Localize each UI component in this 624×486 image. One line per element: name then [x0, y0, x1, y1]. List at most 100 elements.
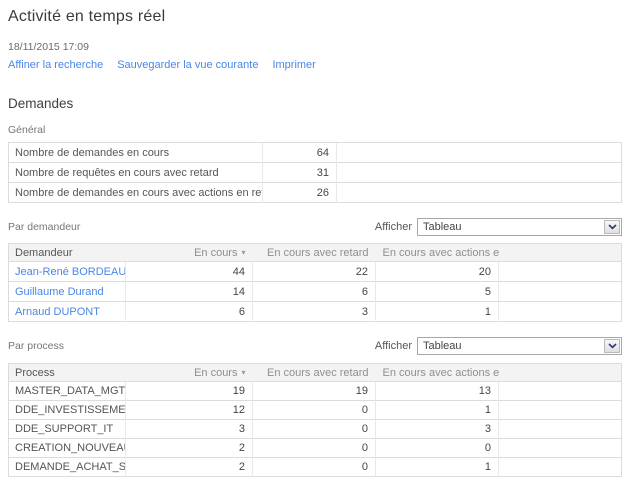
refine-search-link[interactable]: Affiner la recherche: [8, 59, 103, 71]
metric-value: 26: [263, 183, 337, 203]
print-link[interactable]: Imprimer: [272, 59, 315, 71]
process-display-select[interactable]: Tableau: [417, 337, 622, 355]
table-row: DDE_INVESTISSEMENT 12 0 1: [9, 401, 622, 420]
requester-link[interactable]: Guillaume Durand: [15, 286, 104, 298]
requester-link[interactable]: Arnaud DUPONT: [15, 306, 100, 318]
actions-retard-cell: 0: [376, 439, 499, 458]
select-value: Tableau: [418, 219, 604, 235]
process-cell: CREATION_NOUVEAU_PRODUIT: [9, 439, 126, 458]
en-cours-cell: 2: [126, 439, 253, 458]
page: Activité en temps réel 18/11/2015 17:09 …: [0, 8, 624, 486]
actions-retard-cell: 1: [376, 458, 499, 477]
actions-retard-cell: 3: [376, 420, 499, 439]
table-row: MASTER_DATA_MGT 19 19 13: [9, 382, 622, 401]
report-timestamp: 18/11/2015 17:09: [8, 41, 624, 53]
en-cours-cell: 19: [126, 382, 253, 401]
actions-retard-cell: 13: [376, 382, 499, 401]
table-row: DDE_SUPPORT_IT 3 0 3: [9, 420, 622, 439]
general-table: Nombre de demandes en cours 64 Nombre de…: [8, 142, 622, 203]
save-view-link[interactable]: Sauvegarder la vue courante: [117, 59, 258, 71]
process-cell: DEMANDE_ACHAT_SIMPLE: [9, 458, 126, 477]
by-process-label: Par process: [8, 340, 64, 352]
actions-retard-cell: 1: [376, 401, 499, 420]
display-label: Afficher: [375, 221, 412, 233]
empty-header: [499, 244, 622, 262]
table-row: Guillaume Durand 14 6 5: [9, 282, 622, 302]
by-process-table: Process En cours▾ En cours avec retard E…: [8, 363, 622, 477]
avec-retard-cell: 0: [253, 420, 376, 439]
requester-display-select[interactable]: Tableau: [417, 218, 622, 236]
empty-cell: [499, 420, 622, 439]
metric-label: Nombre de demandes en cours: [9, 143, 263, 163]
actions-retard-cell: 20: [376, 262, 499, 282]
avec-retard-cell: 22: [253, 262, 376, 282]
column-header-process[interactable]: Process: [9, 364, 126, 382]
section-title-demandes: Demandes: [8, 96, 624, 111]
by-process-toolbar: Par process Afficher Tableau: [8, 337, 622, 355]
requester-cell: Guillaume Durand: [9, 282, 126, 302]
en-cours-cell: 44: [126, 262, 253, 282]
header-row: Demandeur En cours▾ En cours avec retard…: [9, 244, 622, 262]
column-header-avec-retard[interactable]: En cours avec retard: [253, 244, 376, 262]
chevron-down-icon: [604, 339, 620, 353]
column-header-actions-retard[interactable]: En cours avec actions en retard: [376, 364, 499, 382]
select-value: Tableau: [418, 338, 604, 354]
process-cell: DDE_SUPPORT_IT: [9, 420, 126, 439]
empty-cell: [499, 439, 622, 458]
avec-retard-cell: 3: [253, 302, 376, 322]
en-cours-cell: 2: [126, 458, 253, 477]
action-links: Affiner la recherche Sauvegarder la vue …: [8, 59, 624, 71]
empty-cell: [499, 458, 622, 477]
page-title: Activité en temps réel: [8, 8, 624, 26]
avec-retard-cell: 19: [253, 382, 376, 401]
table-row: Nombre de demandes en cours 64: [9, 143, 622, 163]
by-requester-toolbar: Par demandeur Afficher Tableau: [8, 218, 622, 236]
table-row: Nombre de demandes en cours avec actions…: [9, 183, 622, 203]
metric-label: Nombre de demandes en cours avec actions…: [9, 183, 263, 203]
general-label: Général: [8, 124, 624, 136]
requester-link[interactable]: Jean-René BORDEAUX: [15, 266, 126, 278]
actions-retard-cell: 1: [376, 302, 499, 322]
by-requester-table: Demandeur En cours▾ En cours avec retard…: [8, 243, 622, 322]
table-row: Arnaud DUPONT 6 3 1: [9, 302, 622, 322]
requester-cell: Arnaud DUPONT: [9, 302, 126, 322]
en-cours-cell: 14: [126, 282, 253, 302]
en-cours-cell: 12: [126, 401, 253, 420]
chevron-down-icon: [604, 220, 620, 234]
display-label: Afficher: [375, 340, 412, 352]
column-header-en-cours[interactable]: En cours▾: [126, 244, 253, 262]
column-header-actions-retard[interactable]: En cours avec actions en retard: [376, 244, 499, 262]
process-cell: DDE_INVESTISSEMENT: [9, 401, 126, 420]
requester-cell: Jean-René BORDEAUX: [9, 262, 126, 282]
table-row: Jean-René BORDEAUX 44 22 20: [9, 262, 622, 282]
empty-cell: [499, 401, 622, 420]
empty-cell: [499, 382, 622, 401]
column-header-demandeur[interactable]: Demandeur: [9, 244, 126, 262]
en-cours-cell: 6: [126, 302, 253, 322]
column-header-avec-retard[interactable]: En cours avec retard: [253, 364, 376, 382]
table-row: Nombre de requêtes en cours avec retard …: [9, 163, 622, 183]
process-cell: MASTER_DATA_MGT: [9, 382, 126, 401]
actions-retard-cell: 5: [376, 282, 499, 302]
avec-retard-cell: 0: [253, 439, 376, 458]
sort-desc-icon: ▾: [241, 368, 245, 377]
avec-retard-cell: 0: [253, 458, 376, 477]
empty-cell: [337, 183, 622, 203]
en-cours-cell: 3: [126, 420, 253, 439]
metric-value: 31: [263, 163, 337, 183]
empty-cell: [337, 163, 622, 183]
by-requester-label: Par demandeur: [8, 221, 80, 233]
table-row: DEMANDE_ACHAT_SIMPLE 2 0 1: [9, 458, 622, 477]
empty-cell: [499, 262, 622, 282]
empty-cell: [337, 143, 622, 163]
header-row: Process En cours▾ En cours avec retard E…: [9, 364, 622, 382]
avec-retard-cell: 6: [253, 282, 376, 302]
metric-value: 64: [263, 143, 337, 163]
empty-cell: [499, 302, 622, 322]
metric-label: Nombre de requêtes en cours avec retard: [9, 163, 263, 183]
avec-retard-cell: 0: [253, 401, 376, 420]
empty-cell: [499, 282, 622, 302]
empty-header: [499, 364, 622, 382]
table-row: CREATION_NOUVEAU_PRODUIT 2 0 0: [9, 439, 622, 458]
column-header-en-cours[interactable]: En cours▾: [126, 364, 253, 382]
